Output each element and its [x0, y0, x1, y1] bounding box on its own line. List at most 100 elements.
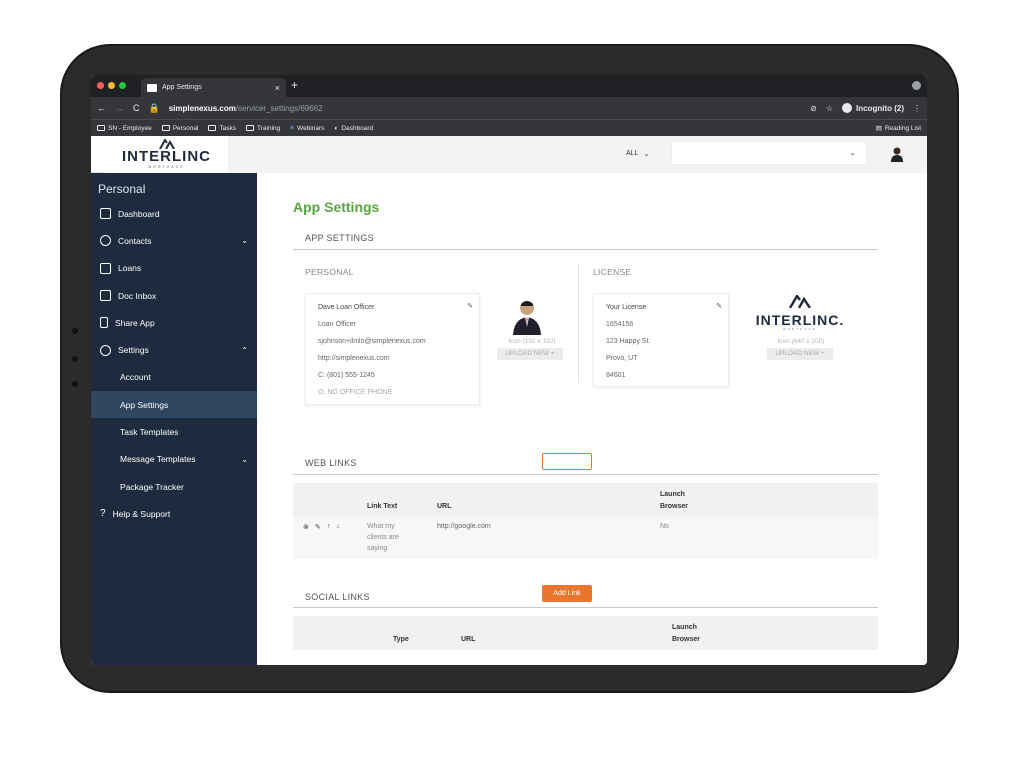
camera-dot: [72, 328, 78, 334]
col-link-text: Link Text: [367, 503, 398, 510]
officer-cell: C: (801) 555-1245: [318, 372, 375, 379]
sidebar-item-package-tracker[interactable]: Package Tracker: [91, 473, 257, 500]
license-heading: LICENSE: [593, 267, 632, 277]
forward-icon[interactable]: →: [115, 103, 124, 113]
upload-logo-button[interactable]: UPLOAD NEW +: [767, 348, 833, 360]
sidebar-item-doc-inbox[interactable]: Doc Inbox: [91, 282, 257, 309]
reading-list-icon: ▤: [875, 125, 882, 132]
col-type: Type: [393, 636, 409, 643]
window-menu-icon[interactable]: [912, 81, 921, 90]
chevron-down-icon: ⌄: [241, 454, 248, 464]
eye-off-icon[interactable]: ⊘: [810, 104, 817, 113]
edit-icon[interactable]: ✎: [315, 523, 321, 531]
folder-icon: [100, 262, 111, 274]
add-link-button[interactable]: Add Link: [542, 585, 592, 602]
bookmark-dashboard[interactable]: ◐ Dashboard: [334, 125, 373, 132]
maximize-window-button[interactable]: [119, 82, 126, 89]
sidebar-item-account[interactable]: Account: [91, 364, 257, 391]
webinar-icon: ≡: [290, 124, 295, 132]
officer-email: sjohnson+ilmlo@simplenexus.com: [318, 338, 426, 345]
upload-photo-button[interactable]: UPLOAD NEW +: [497, 348, 563, 360]
sidebar-item-share-app[interactable]: Share App: [91, 309, 257, 336]
delete-icon[interactable]: ⊗: [303, 523, 309, 531]
license-street: 123 Happy St.: [606, 338, 651, 345]
arrow-up-icon[interactable]: ↑: [327, 523, 331, 531]
column-divider: [578, 263, 579, 383]
kebab-menu-icon[interactable]: ⋮: [913, 104, 921, 113]
profile-photo: [511, 297, 543, 335]
tab-title: App Settings: [162, 84, 202, 91]
section-heading-web-links: WEB LINKS: [305, 458, 357, 468]
tab-close-icon[interactable]: ×: [275, 83, 280, 93]
license-zip: 84601: [606, 372, 626, 379]
inbox-icon: [100, 290, 111, 302]
sidebar: Personal Dashboard Contacts ⌄ Loans Doc …: [91, 173, 257, 665]
sidebar-item-message-templates[interactable]: Message Templates ⌄: [91, 446, 257, 473]
user-avatar-icon[interactable]: [889, 146, 905, 162]
col-browser: Browser: [660, 503, 689, 510]
chevron-down-icon: ⌄: [643, 151, 650, 158]
incognito-indicator[interactable]: Incognito (2): [842, 103, 904, 113]
license-number: 1654156: [606, 321, 634, 328]
edit-icon[interactable]: ✎: [467, 302, 473, 310]
license-logo-text: INTERLINC.: [755, 312, 845, 328]
reading-list-button[interactable]: ▤ Reading List: [875, 124, 921, 133]
logo-text: INTERLINC: [122, 148, 211, 165]
sidebar-item-contacts[interactable]: Contacts ⌄: [91, 227, 257, 254]
browser-tab[interactable]: App Settings ×: [141, 78, 286, 97]
folder-icon: [161, 125, 170, 131]
address-bar: ← → C 🔒 simplenexus.com/servicer_setting…: [91, 97, 927, 119]
logo-size-note: Icon (640 x 200): [777, 338, 825, 345]
close-window-button[interactable]: [97, 82, 104, 89]
bookmark-training[interactable]: Training: [246, 125, 280, 132]
bookmark-webinars[interactable]: ≡ Webinars: [290, 125, 324, 132]
reload-icon[interactable]: C: [133, 103, 140, 113]
sidebar-item-loans[interactable]: Loans: [91, 255, 257, 282]
row-launch-browser: No: [660, 523, 669, 530]
main-content: App Settings APP SETTINGS PERSONAL LICEN…: [257, 173, 927, 665]
bookmark-sn-employee[interactable]: SN - Employee: [97, 125, 152, 132]
help-icon: ?: [100, 508, 106, 520]
bookmark-personal[interactable]: Personal: [161, 125, 198, 132]
incognito-icon: [842, 103, 852, 113]
new-tab-button[interactable]: +: [291, 78, 298, 92]
edit-icon[interactable]: ✎: [716, 302, 722, 310]
section-heading-social-links: SOCIAL LINKS: [305, 592, 370, 602]
col-url: URL: [437, 503, 452, 510]
sidebar-item-app-settings[interactable]: App Settings: [91, 391, 257, 419]
officer-website: http://simplenexus.com: [318, 355, 390, 362]
scope-dropdown[interactable]: ALL ⌄: [626, 150, 649, 158]
row-link-text: saying: [367, 545, 388, 552]
sidebar-item-settings[interactable]: Settings ⌃: [91, 336, 257, 363]
phone-icon: [100, 317, 108, 329]
officer-name: Dave Loan Officer: [318, 304, 375, 311]
window-controls: [97, 82, 126, 89]
logo-subtext: MORTGAGE: [148, 165, 185, 169]
url-field[interactable]: simplenexus.com/servicer_settings/69662: [169, 104, 323, 113]
star-icon[interactable]: ☆: [826, 104, 833, 113]
folder-icon: [97, 125, 105, 131]
app-header: INTERLINC MORTGAGE ALL ⌄ ⌄: [91, 136, 927, 173]
camera-dot: [72, 356, 78, 362]
favicon-icon: [147, 83, 157, 92]
license-title: Your License: [606, 304, 647, 311]
back-icon[interactable]: ←: [97, 103, 106, 113]
sidebar-item-help-support[interactable]: ? Help & Support: [91, 500, 257, 527]
browser-tab-bar: App Settings × +: [91, 75, 927, 97]
bookmark-tasks[interactable]: Tasks: [208, 125, 236, 132]
sidebar-item-task-templates[interactable]: Task Templates: [91, 418, 257, 445]
row-url[interactable]: http://google.com: [437, 523, 491, 530]
chevron-down-icon: ⌄: [849, 148, 856, 157]
interlinc-logo[interactable]: INTERLINC MORTGAGE: [105, 136, 228, 173]
arrow-down-icon[interactable]: ↓: [336, 523, 340, 531]
add-web-link-button[interactable]: [542, 453, 592, 470]
page-title: App Settings: [293, 199, 380, 215]
sidebar-item-dashboard[interactable]: Dashboard: [91, 200, 257, 227]
dashboard-icon: ◐: [334, 124, 339, 132]
license-card: ✎ Your License 1654156 123 Happy St. Pro…: [593, 293, 729, 387]
logo-mark-icon: [788, 293, 811, 309]
license-logo: INTERLINC. MORTGAGE: [749, 293, 851, 331]
minimize-window-button[interactable]: [108, 82, 115, 89]
search-select[interactable]: ⌄: [671, 141, 867, 165]
contacts-icon: [100, 235, 111, 247]
